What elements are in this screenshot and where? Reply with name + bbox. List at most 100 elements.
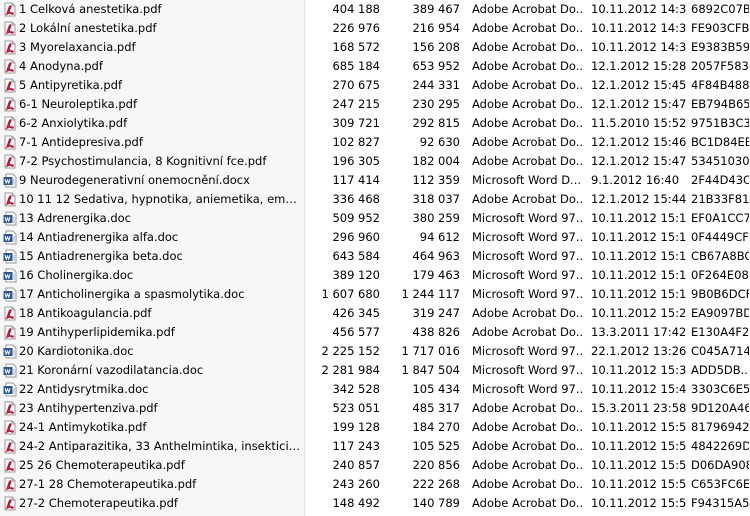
file-name: 24-2 Antiparazitika, 33 Anthelmintika, i…: [19, 439, 303, 453]
crc-checksum: D06DA908: [691, 458, 749, 472]
pdf-icon: [3, 477, 17, 492]
file-type: Adobe Acrobat Do...: [472, 401, 582, 415]
file-name: 22 Antidysrytmika.doc: [19, 382, 149, 396]
packed-size: 105 434: [412, 382, 460, 396]
pdf-icon: [3, 59, 17, 74]
file-list[interactable]: 1 Celková anestetika.pdf 404 188 389 467…: [0, 0, 750, 513]
modified-date: 10.11.2012 15:13: [591, 211, 687, 225]
packed-size: 230 295: [412, 97, 460, 111]
file-row[interactable]: 6-2 Anxiolytika.pdf 309 721 292 815 Adob…: [0, 114, 750, 133]
word-icon: [3, 287, 17, 302]
file-type: Adobe Acrobat Do...: [472, 458, 582, 472]
pdf-icon: [3, 154, 17, 169]
file-type: Microsoft Word 97...: [472, 268, 582, 282]
pdf-icon: [3, 458, 17, 473]
file-row[interactable]: 10 11 12 Sedativa, hypnotika, aniemetika…: [0, 190, 750, 209]
file-row[interactable]: 7-1 Antidepresiva.pdf 102 827 92 630 Ado…: [0, 133, 750, 152]
crc-checksum: 9D120A46: [691, 401, 749, 415]
file-size: 643 584: [332, 249, 380, 263]
file-type: Microsoft Word 97...: [472, 249, 582, 263]
file-type: Adobe Acrobat Do...: [472, 78, 582, 92]
packed-size: 179 463: [412, 268, 460, 282]
file-row[interactable]: 2 Lokální anestetika.pdf 226 976 216 954…: [0, 19, 750, 38]
file-row[interactable]: 5 Antipyretika.pdf 270 675 244 331 Adobe…: [0, 76, 750, 95]
file-name: 10 11 12 Sedativa, hypnotika, aniemetika…: [19, 192, 303, 206]
word-icon: [3, 382, 17, 397]
file-row[interactable]: 15 Antiadrenergika beta.doc 643 584 464 …: [0, 247, 750, 266]
modified-date: 10.11.2012 15:16: [591, 249, 687, 263]
file-name: 27-2 Chemoterapeutika.pdf: [19, 496, 178, 510]
file-row[interactable]: 4 Anodyna.pdf 685 184 653 952 Adobe Acro…: [0, 57, 750, 76]
packed-size: 1 847 504: [401, 363, 460, 377]
file-row[interactable]: 3 Myorelaxancia.pdf 168 572 156 208 Adob…: [0, 38, 750, 57]
file-row[interactable]: 17 Anticholinergika a spasmolytika.doc 1…: [0, 285, 750, 304]
file-row[interactable]: 23 Antihypertenziva.pdf 523 051 485 317 …: [0, 399, 750, 418]
file-type: Adobe Acrobat Do...: [472, 154, 582, 168]
file-type: Microsoft Word 97...: [472, 382, 582, 396]
pdf-icon: [3, 401, 17, 416]
modified-date: 10.11.2012 15:52: [591, 439, 687, 453]
file-row[interactable]: 1 Celková anestetika.pdf 404 188 389 467…: [0, 0, 750, 19]
file-row[interactable]: 24-1 Antimykotika.pdf 199 128 184 270 Ad…: [0, 418, 750, 437]
file-row[interactable]: 7-2 Psychostimulancia, 8 Kognitivní fce.…: [0, 152, 750, 171]
packed-size: 1 244 117: [401, 287, 460, 301]
file-name: 17 Anticholinergika a spasmolytika.doc: [19, 287, 245, 301]
file-row[interactable]: 19 Antihyperlipidemika.pdf 456 577 438 8…: [0, 323, 750, 342]
file-size: 336 468: [332, 192, 380, 206]
crc-checksum: C653FC6E: [691, 477, 749, 491]
modified-date: 11.5.2010 15:52: [591, 116, 687, 130]
modified-date: 10.11.2012 15:16: [591, 230, 687, 244]
file-row[interactable]: 27-2 Chemoterapeutika.pdf 148 492 140 78…: [0, 494, 750, 513]
crc-checksum: 2057F583: [691, 59, 749, 73]
crc-checksum: 4F84B488: [691, 78, 749, 92]
file-name: 27-1 28 Chemoterapeutika.pdf: [19, 477, 197, 491]
file-type: Microsoft Word 97...: [472, 363, 582, 377]
file-name: 18 Antikoagulancia.pdf: [19, 306, 152, 320]
packed-size: 112 359: [412, 173, 460, 187]
file-row[interactable]: 25 26 Chemoterapeutika.pdf 240 857 220 8…: [0, 456, 750, 475]
file-name: 1 Celková anestetika.pdf: [19, 2, 162, 16]
file-size: 685 184: [332, 59, 380, 73]
packed-size: 92 630: [419, 135, 460, 149]
pdf-icon: [3, 97, 17, 112]
crc-checksum: 2F44D43C: [691, 173, 749, 187]
modified-date: 9.1.2012 16:40: [591, 173, 680, 187]
file-row[interactable]: 21 Koronární vazodilatancia.doc 2 281 98…: [0, 361, 750, 380]
file-size: 270 675: [332, 78, 380, 92]
file-name: 5 Antipyretika.pdf: [19, 78, 123, 92]
file-name: 24-1 Antimykotika.pdf: [19, 420, 147, 434]
packed-size: 156 208: [412, 40, 460, 54]
file-type: Adobe Acrobat Do...: [472, 439, 582, 453]
file-row[interactable]: 24-2 Antiparazitika, 33 Anthelmintika, i…: [0, 437, 750, 456]
file-row[interactable]: 27-1 28 Chemoterapeutika.pdf 243 260 222…: [0, 475, 750, 494]
file-row[interactable]: 20 Kardiotonika.doc 2 225 152 1 717 016 …: [0, 342, 750, 361]
packed-size: 318 037: [412, 192, 460, 206]
file-type: Adobe Acrobat Do...: [472, 116, 582, 130]
pdf-icon: [3, 2, 17, 17]
file-row[interactable]: 13 Adrenergika.doc 509 952 380 259 Micro…: [0, 209, 750, 228]
file-type: Microsoft Word 97...: [472, 211, 582, 225]
file-size: 196 305: [332, 154, 380, 168]
crc-checksum: 53451030: [691, 154, 749, 168]
crc-checksum: 0F4449CF: [691, 230, 749, 244]
crc-checksum: EA9097BD: [691, 306, 749, 320]
file-name: 23 Antihypertenziva.pdf: [19, 401, 158, 415]
modified-date: 10.11.2012 15:18: [591, 268, 687, 282]
crc-checksum: ADD5DB...: [691, 363, 749, 377]
modified-date: 12.1.2012 15:47: [591, 97, 687, 111]
file-row[interactable]: 18 Antikoagulancia.pdf 426 345 319 247 A…: [0, 304, 750, 323]
crc-checksum: EB794B65: [691, 97, 749, 111]
file-row[interactable]: 22 Antidysrytmika.doc 342 528 105 434 Mi…: [0, 380, 750, 399]
file-row[interactable]: 14 Antiadrenergika alfa.doc 296 960 94 6…: [0, 228, 750, 247]
packed-size: 389 467: [412, 2, 460, 16]
pdf-icon: [3, 306, 17, 321]
file-row[interactable]: 6-1 Neuroleptika.pdf 247 215 230 295 Ado…: [0, 95, 750, 114]
file-type: Adobe Acrobat Do...: [472, 97, 582, 111]
modified-date: 10.11.2012 15:51: [591, 496, 687, 510]
file-row[interactable]: 9 Neurodegenerativní onemocnění.docx 117…: [0, 171, 750, 190]
file-row[interactable]: 16 Cholinergika.doc 389 120 179 463 Micr…: [0, 266, 750, 285]
file-type: Adobe Acrobat Do...: [472, 40, 582, 54]
file-size: 1 607 680: [321, 287, 380, 301]
crc-checksum: BC1D84EB: [691, 135, 749, 149]
file-name: 14 Antiadrenergika alfa.doc: [19, 230, 179, 244]
